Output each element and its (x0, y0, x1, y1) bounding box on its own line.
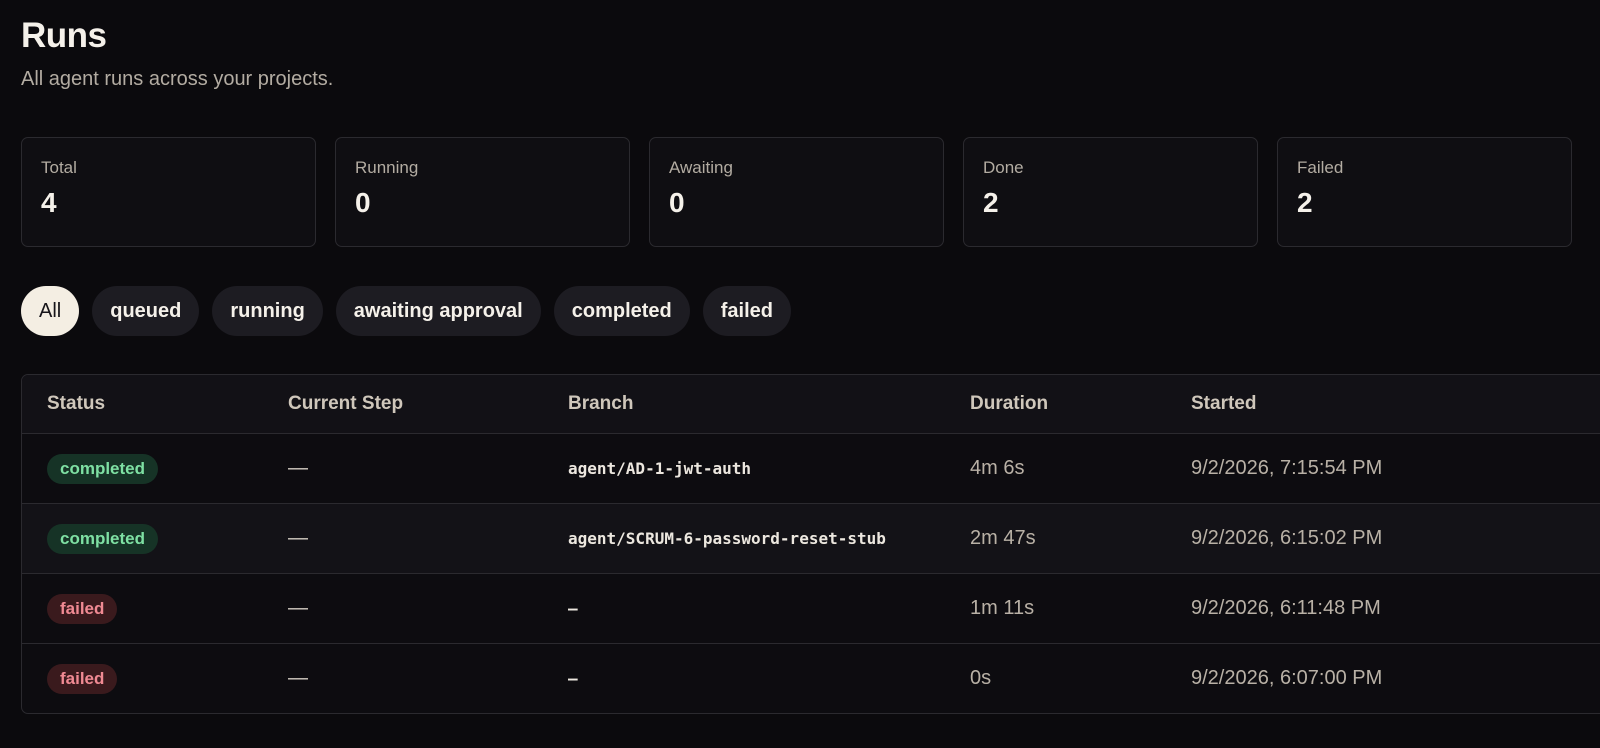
filter-completed[interactable]: completed (553, 286, 690, 336)
stat-card-awaiting: Awaiting 0 (649, 137, 944, 247)
started-cell: 9/2/2026, 6:07:00 PM (1191, 667, 1383, 689)
runs-table: Status Current Step Branch Duration Star… (21, 374, 1600, 714)
page-subtitle: All agent runs across your projects. (21, 68, 334, 90)
stat-card-total: Total 4 (21, 137, 316, 247)
runs-page: Runs All agent runs across your projects… (0, 0, 1600, 748)
status-cell: completed (22, 453, 288, 484)
column-header-status: Status (47, 393, 106, 414)
column-header-branch: Branch (568, 393, 634, 414)
filter-queued[interactable]: queued (92, 286, 200, 336)
duration-cell: 4m 6s (970, 457, 1025, 479)
status-cell: completed (22, 523, 288, 554)
table-row[interactable]: completed — agent/SCRUM-6-password-reset… (22, 504, 1600, 574)
current-step-cell: — (288, 597, 308, 619)
filter-failed[interactable]: failed (702, 286, 792, 336)
filter-awaiting-approval[interactable]: awaiting approval (335, 286, 541, 336)
stat-value: 0 (355, 187, 371, 218)
status-cell: failed (22, 593, 288, 624)
stat-value: 2 (983, 187, 999, 218)
status-badge: failed (47, 663, 118, 694)
branch-cell: – (568, 599, 578, 618)
started-cell: 9/2/2026, 6:11:48 PM (1191, 597, 1381, 619)
stat-label: Running (355, 158, 419, 177)
table-row[interactable]: failed — – 1m 11s 9/2/2026, 6:11:48 PM (22, 574, 1600, 644)
stat-card-done: Done 2 (963, 137, 1258, 247)
stat-label: Failed (1297, 158, 1344, 177)
duration-cell: 1m 11s (970, 597, 1035, 619)
table-row[interactable]: completed — agent/AD-1-jwt-auth 4m 6s 9/… (22, 434, 1600, 504)
page-title: Runs (21, 16, 107, 55)
stat-label: Done (983, 158, 1024, 177)
started-cell: 9/2/2026, 7:15:54 PM (1191, 457, 1383, 479)
filter-all[interactable]: All (21, 286, 80, 336)
status-cell: failed (22, 663, 288, 694)
status-badge: completed (47, 523, 159, 554)
branch-cell: agent/SCRUM-6-password-reset-stub (568, 529, 886, 548)
status-badge: failed (47, 593, 118, 624)
status-badge: completed (47, 453, 159, 484)
table-header: Status Current Step Branch Duration Star… (22, 375, 1600, 434)
stat-card-running: Running 0 (335, 137, 630, 247)
current-step-cell: — (288, 457, 308, 479)
stat-label: Awaiting (669, 158, 733, 177)
current-step-cell: — (288, 667, 308, 689)
filter-running[interactable]: running (212, 286, 323, 336)
stat-label: Total (41, 158, 77, 177)
duration-cell: 2m 47s (970, 527, 1036, 549)
current-step-cell: — (288, 527, 308, 549)
branch-cell: agent/AD-1-jwt-auth (568, 459, 752, 478)
duration-cell: 0s (970, 667, 992, 689)
branch-cell: – (568, 669, 578, 688)
stat-card-failed: Failed 2 (1277, 137, 1572, 247)
status-filter-bar: All queued running awaiting approval com… (21, 286, 792, 336)
stat-value: 2 (1297, 187, 1313, 218)
stats-row: Total 4 Running 0 Awaiting 0 Done 2 Fail… (21, 137, 1572, 247)
started-cell: 9/2/2026, 6:15:02 PM (1191, 527, 1383, 549)
column-header-started: Started (1191, 393, 1257, 414)
column-header-duration: Duration (970, 393, 1049, 414)
table-row[interactable]: failed — – 0s 9/2/2026, 6:07:00 PM (22, 644, 1600, 713)
column-header-current-step: Current Step (288, 393, 404, 414)
stat-value: 0 (669, 187, 685, 218)
stat-value: 4 (41, 187, 57, 218)
